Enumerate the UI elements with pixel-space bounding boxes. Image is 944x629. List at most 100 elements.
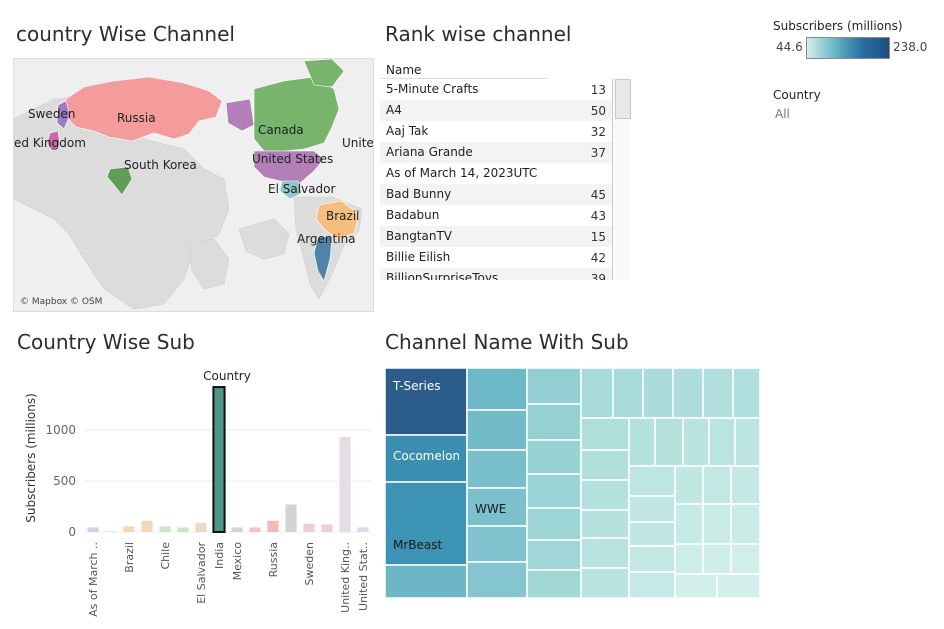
treemap-tile[interactable] — [628, 545, 676, 573]
x-tick-label: India — [213, 542, 226, 569]
bar[interactable] — [285, 504, 297, 532]
bar-chart[interactable]: Country 0 500 1000 Subscribers (millions) As … — [16, 362, 376, 622]
table-scrollbar[interactable] — [612, 79, 631, 280]
treemap-tile[interactable] — [674, 465, 704, 505]
row-name: Aaj Tak — [386, 124, 429, 138]
treemap-tile[interactable] — [732, 368, 760, 419]
bar[interactable] — [303, 523, 315, 532]
treemap-label-mrbeast: MrBeast — [393, 538, 443, 552]
table-rows: 5-Minute Crafts 13 A4 50 Aaj Tak 32 Ariana … — [380, 79, 612, 280]
legend-title: Subscribers (millions) — [773, 19, 903, 33]
bar[interactable] — [123, 526, 135, 532]
filter-value[interactable]: All — [775, 107, 790, 121]
treemap-tile[interactable] — [526, 473, 582, 509]
treemap-tile[interactable] — [580, 537, 630, 569]
bar[interactable] — [212, 386, 226, 533]
treemap-tile[interactable] — [654, 417, 684, 467]
bar[interactable] — [267, 520, 279, 532]
treemap-tile[interactable] — [730, 543, 760, 575]
treemap-tile[interactable] — [612, 368, 644, 419]
bar[interactable] — [231, 527, 243, 532]
treemap-tile[interactable] — [672, 368, 704, 419]
x-tick-label: United Stat.. — [357, 542, 370, 611]
treemap-tile[interactable] — [385, 564, 468, 598]
treemap-tile[interactable] — [580, 368, 614, 419]
bar[interactable] — [105, 530, 117, 532]
table-row[interactable]: As of March 14, 2023UTC — [380, 163, 612, 184]
bar[interactable] — [357, 527, 369, 532]
treemap-tile[interactable] — [674, 573, 718, 598]
x-tick-label: Russia — [267, 542, 280, 577]
table-row[interactable]: Ariana Grande 37 — [380, 142, 612, 163]
legend-max: 238.0 — [893, 40, 928, 54]
map-credit: © Mapbox © OSM — [20, 297, 103, 307]
treemap-tile[interactable] — [526, 368, 582, 405]
table-row[interactable]: A4 50 — [380, 100, 612, 121]
treemap-tile[interactable] — [466, 561, 528, 598]
treemap-tile-mrbeast[interactable] — [385, 481, 468, 566]
treemap-tile[interactable] — [526, 403, 582, 441]
table-row[interactable]: BillionSurpriseToys 39 — [380, 268, 612, 280]
bar[interactable] — [249, 527, 261, 532]
map-label-united-kingdom: ed Kingdom — [14, 136, 86, 150]
table-row[interactable]: Aaj Tak 32 — [380, 121, 612, 142]
treemap-tile[interactable] — [628, 417, 656, 467]
treemap-tile[interactable] — [526, 539, 582, 571]
treemap-tile[interactable] — [526, 439, 582, 475]
treemap[interactable]: T-Series Cocomelon MrBeast WWE — [385, 368, 760, 598]
treemap-tile[interactable] — [682, 417, 710, 467]
scrollbar-thumb[interactable] — [615, 79, 631, 119]
treemap-tile[interactable] — [580, 567, 630, 598]
treemap-tile[interactable] — [580, 417, 630, 451]
treemap-tile[interactable] — [466, 525, 528, 563]
treemap-tile[interactable] — [642, 368, 674, 419]
column-header-name[interactable]: Name — [386, 63, 421, 77]
x-tick-label: Brazil — [123, 542, 136, 573]
treemap-tile[interactable] — [708, 417, 736, 467]
bar[interactable] — [321, 524, 333, 532]
treemap-tile[interactable] — [628, 465, 676, 497]
row-rank: 15 — [590, 230, 606, 244]
x-tick-label: As of March .. — [87, 542, 100, 617]
bar[interactable] — [141, 520, 153, 532]
bar[interactable] — [87, 527, 99, 532]
treemap-tile[interactable] — [716, 573, 760, 598]
treemap-tile[interactable] — [466, 409, 528, 451]
treemap-label-t-series: T-Series — [392, 379, 440, 393]
treemap-tile[interactable] — [526, 569, 582, 598]
table-row[interactable]: Badabun 43 — [380, 205, 612, 226]
treemap-tile[interactable] — [628, 521, 676, 547]
table-row[interactable]: Bad Bunny 45 — [380, 184, 612, 205]
table-row[interactable]: BangtanTV 15 — [380, 226, 612, 247]
treemap-tile[interactable] — [702, 503, 732, 545]
bar[interactable] — [195, 522, 207, 532]
treemap-tile[interactable] — [702, 368, 734, 419]
bar[interactable] — [339, 437, 351, 532]
treemap-tile[interactable] — [674, 503, 704, 545]
row-rank: 50 — [590, 104, 606, 118]
treemap-tile[interactable] — [466, 449, 528, 489]
rank-table[interactable]: Name 5-Minute Crafts 13 A4 50 Aaj Tak 32 Ar… — [380, 62, 631, 280]
treemap-tile[interactable] — [580, 449, 630, 481]
row-name: Ariana Grande — [386, 145, 473, 159]
bar[interactable] — [177, 527, 189, 532]
treemap-tile[interactable] — [628, 571, 676, 598]
treemap-tile[interactable] — [628, 495, 676, 523]
x-tick-label: Chile — [159, 542, 172, 570]
treemap-tile[interactable] — [730, 465, 760, 505]
table-row[interactable]: 5-Minute Crafts 13 — [380, 79, 612, 100]
treemap-tile[interactable] — [734, 417, 760, 467]
treemap-tile[interactable] — [580, 509, 630, 539]
treemap-tile[interactable] — [730, 503, 760, 545]
bar[interactable] — [159, 526, 171, 532]
table-row[interactable]: Billie Eilish 42 — [380, 247, 612, 268]
treemap-tile[interactable] — [702, 543, 732, 575]
treemap-tile[interactable] — [526, 507, 582, 541]
treemap-tile[interactable] — [580, 479, 630, 511]
treemap-label-cocomelon: Cocomelon — [393, 449, 460, 463]
treemap-tile[interactable] — [702, 465, 732, 505]
country-map[interactable]: Sweden Russia ed Kingdom South Korea Can… — [13, 58, 374, 312]
treemap-tile[interactable] — [674, 543, 704, 575]
treemap-tile[interactable] — [466, 368, 528, 411]
map-label-russia: Russia — [117, 111, 156, 125]
